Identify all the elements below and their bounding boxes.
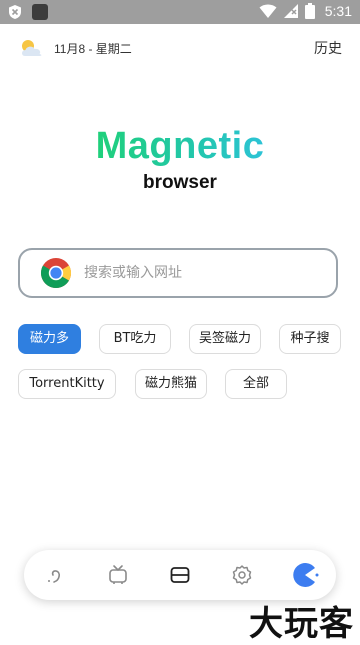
partly-cloudy-icon: [22, 40, 42, 56]
engine-chip-all[interactable]: 全部: [225, 369, 287, 399]
history-button[interactable]: 历史: [314, 38, 342, 58]
nav-settings-button[interactable]: [222, 555, 262, 595]
battery-icon: [304, 3, 315, 19]
wifi-icon: [259, 4, 277, 18]
pacman-icon: [293, 563, 319, 587]
search-input[interactable]: [82, 264, 316, 282]
engine-chip-torrentkitty[interactable]: TorrentKitty: [18, 369, 116, 399]
weather-widget[interactable]: 11月8 - 星期二: [18, 38, 132, 58]
nav-pacman-button[interactable]: [285, 555, 325, 595]
chrome-icon: [40, 258, 72, 288]
engine-chip-cili-duo[interactable]: 磁力多: [18, 324, 81, 354]
engine-chip-wuqian-cili[interactable]: 吴签磁力: [189, 324, 261, 354]
engine-chip-cili-xiongmao[interactable]: 磁力熊猫: [135, 369, 207, 399]
search-bar[interactable]: [18, 248, 338, 298]
date-label: 11月8 - 星期二: [54, 41, 132, 56]
bottom-navigation: [24, 550, 336, 600]
engine-chip-bt-chili[interactable]: BT吃力: [99, 324, 171, 354]
status-bar: 5:31: [0, 0, 360, 24]
app-logo-subtitle: browser: [143, 172, 217, 193]
engine-chip-zhongzi-sou[interactable]: 种子搜: [279, 324, 341, 354]
nav-tabs-button[interactable]: [160, 555, 200, 595]
settings-icon: [233, 565, 252, 585]
signal-icon: [283, 4, 298, 18]
nav-back-button[interactable]: [35, 555, 75, 595]
tv-icon: [108, 565, 127, 584]
shield-icon: [9, 5, 21, 19]
status-time: 5:31: [324, 3, 352, 19]
notification-app-icon: [32, 4, 48, 20]
watermark-logo: 大玩客: [249, 604, 354, 644]
back-icon: [48, 570, 61, 583]
nav-tv-button[interactable]: [98, 555, 138, 595]
tabs-icon: [170, 567, 190, 583]
app-logo-title: Magnetic: [95, 125, 265, 167]
